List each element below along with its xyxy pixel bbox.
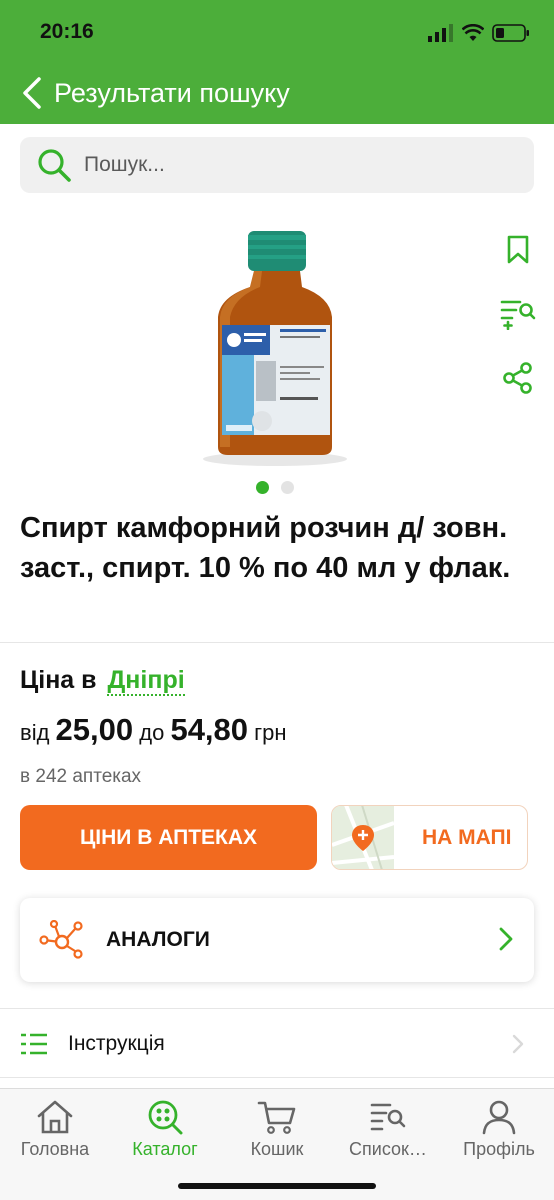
share-icon <box>503 362 532 394</box>
carousel-dot-active[interactable] <box>256 481 269 494</box>
cart-icon <box>257 1101 296 1134</box>
tab-label: Кошик <box>250 1139 304 1159</box>
status-time: 20:16 <box>40 20 94 43</box>
analogs-card[interactable]: АНАЛОГИ <box>20 898 534 982</box>
wifi-icon <box>462 24 484 41</box>
product-title: Спирт камфорний розчин д/ зовн. заст., с… <box>20 512 511 584</box>
bookmark-button[interactable] <box>496 228 540 272</box>
product-image[interactable] <box>190 225 360 470</box>
tab-label: Список… <box>349 1139 427 1159</box>
list-add-search-icon <box>500 300 536 330</box>
search-box[interactable] <box>20 137 534 193</box>
map-pin-icon <box>332 806 394 869</box>
divider <box>0 1008 554 1009</box>
price-city-line: Ціна в Дніпрі <box>20 666 185 696</box>
back-button[interactable] <box>10 68 54 118</box>
prices-in-pharmacies-button[interactable]: ЦІНИ В АПТЕКАХ <box>20 805 317 870</box>
tab-label: Профіль <box>463 1139 535 1159</box>
home-icon <box>37 1100 73 1134</box>
instructions-label: Інструкція <box>68 1032 165 1055</box>
catalog-icon <box>148 1100 183 1135</box>
battery-icon <box>492 24 529 42</box>
price-max: 54,80 <box>170 712 249 747</box>
chevron-left-icon <box>23 77 41 109</box>
divider <box>0 1077 554 1078</box>
price-from-label: від <box>20 720 50 745</box>
tab-label: Головна <box>20 1139 90 1159</box>
carousel-dot[interactable] <box>281 481 294 494</box>
search-input[interactable] <box>84 153 504 177</box>
divider <box>0 642 554 643</box>
price-min: 25,00 <box>55 712 134 747</box>
home-indicator <box>178 1183 376 1189</box>
image-carousel-dots <box>256 481 294 494</box>
tab-catalog[interactable]: Каталог <box>110 1099 220 1163</box>
price-currency: грн <box>254 720 287 745</box>
side-actions <box>496 228 540 420</box>
tab-home[interactable]: Головна <box>0 1099 110 1163</box>
city-selector-link[interactable]: Дніпрі <box>107 666 185 696</box>
molecule-icon <box>39 920 83 959</box>
tab-list[interactable]: Список… <box>333 1099 443 1163</box>
page-title: Результати пошуку <box>54 77 290 108</box>
share-button[interactable] <box>496 356 540 400</box>
price-range: від 25,00 до 54,80 грн <box>20 712 287 748</box>
status-bar: 20:16 <box>0 0 554 62</box>
list-icon <box>21 1033 47 1055</box>
status-icons <box>428 22 530 44</box>
tab-cart[interactable]: Кошик <box>222 1099 332 1163</box>
instructions-row[interactable]: Інструкція <box>0 1012 554 1076</box>
on-map-button[interactable]: НА МАПІ <box>331 805 528 870</box>
price-to-label: до <box>139 720 165 745</box>
bookmark-icon <box>507 235 529 264</box>
tab-label: Каталог <box>132 1139 198 1159</box>
on-map-label: НА МАПІ <box>422 825 512 849</box>
chevron-right-icon <box>499 927 513 951</box>
profile-icon <box>482 1100 516 1135</box>
price-city-label: Ціна в <box>20 666 97 694</box>
analogs-label: АНАЛОГИ <box>106 928 210 951</box>
search-icon <box>38 149 71 182</box>
list-search-icon <box>370 1103 406 1131</box>
signal-icon <box>428 24 453 42</box>
add-to-list-button[interactable] <box>496 292 540 336</box>
nav-bar: Результати пошуку <box>0 62 554 124</box>
chevron-right-icon <box>512 1034 524 1054</box>
tab-profile[interactable]: Профіль <box>444 1099 554 1163</box>
pharmacy-count: в 242 аптеках <box>20 766 142 787</box>
